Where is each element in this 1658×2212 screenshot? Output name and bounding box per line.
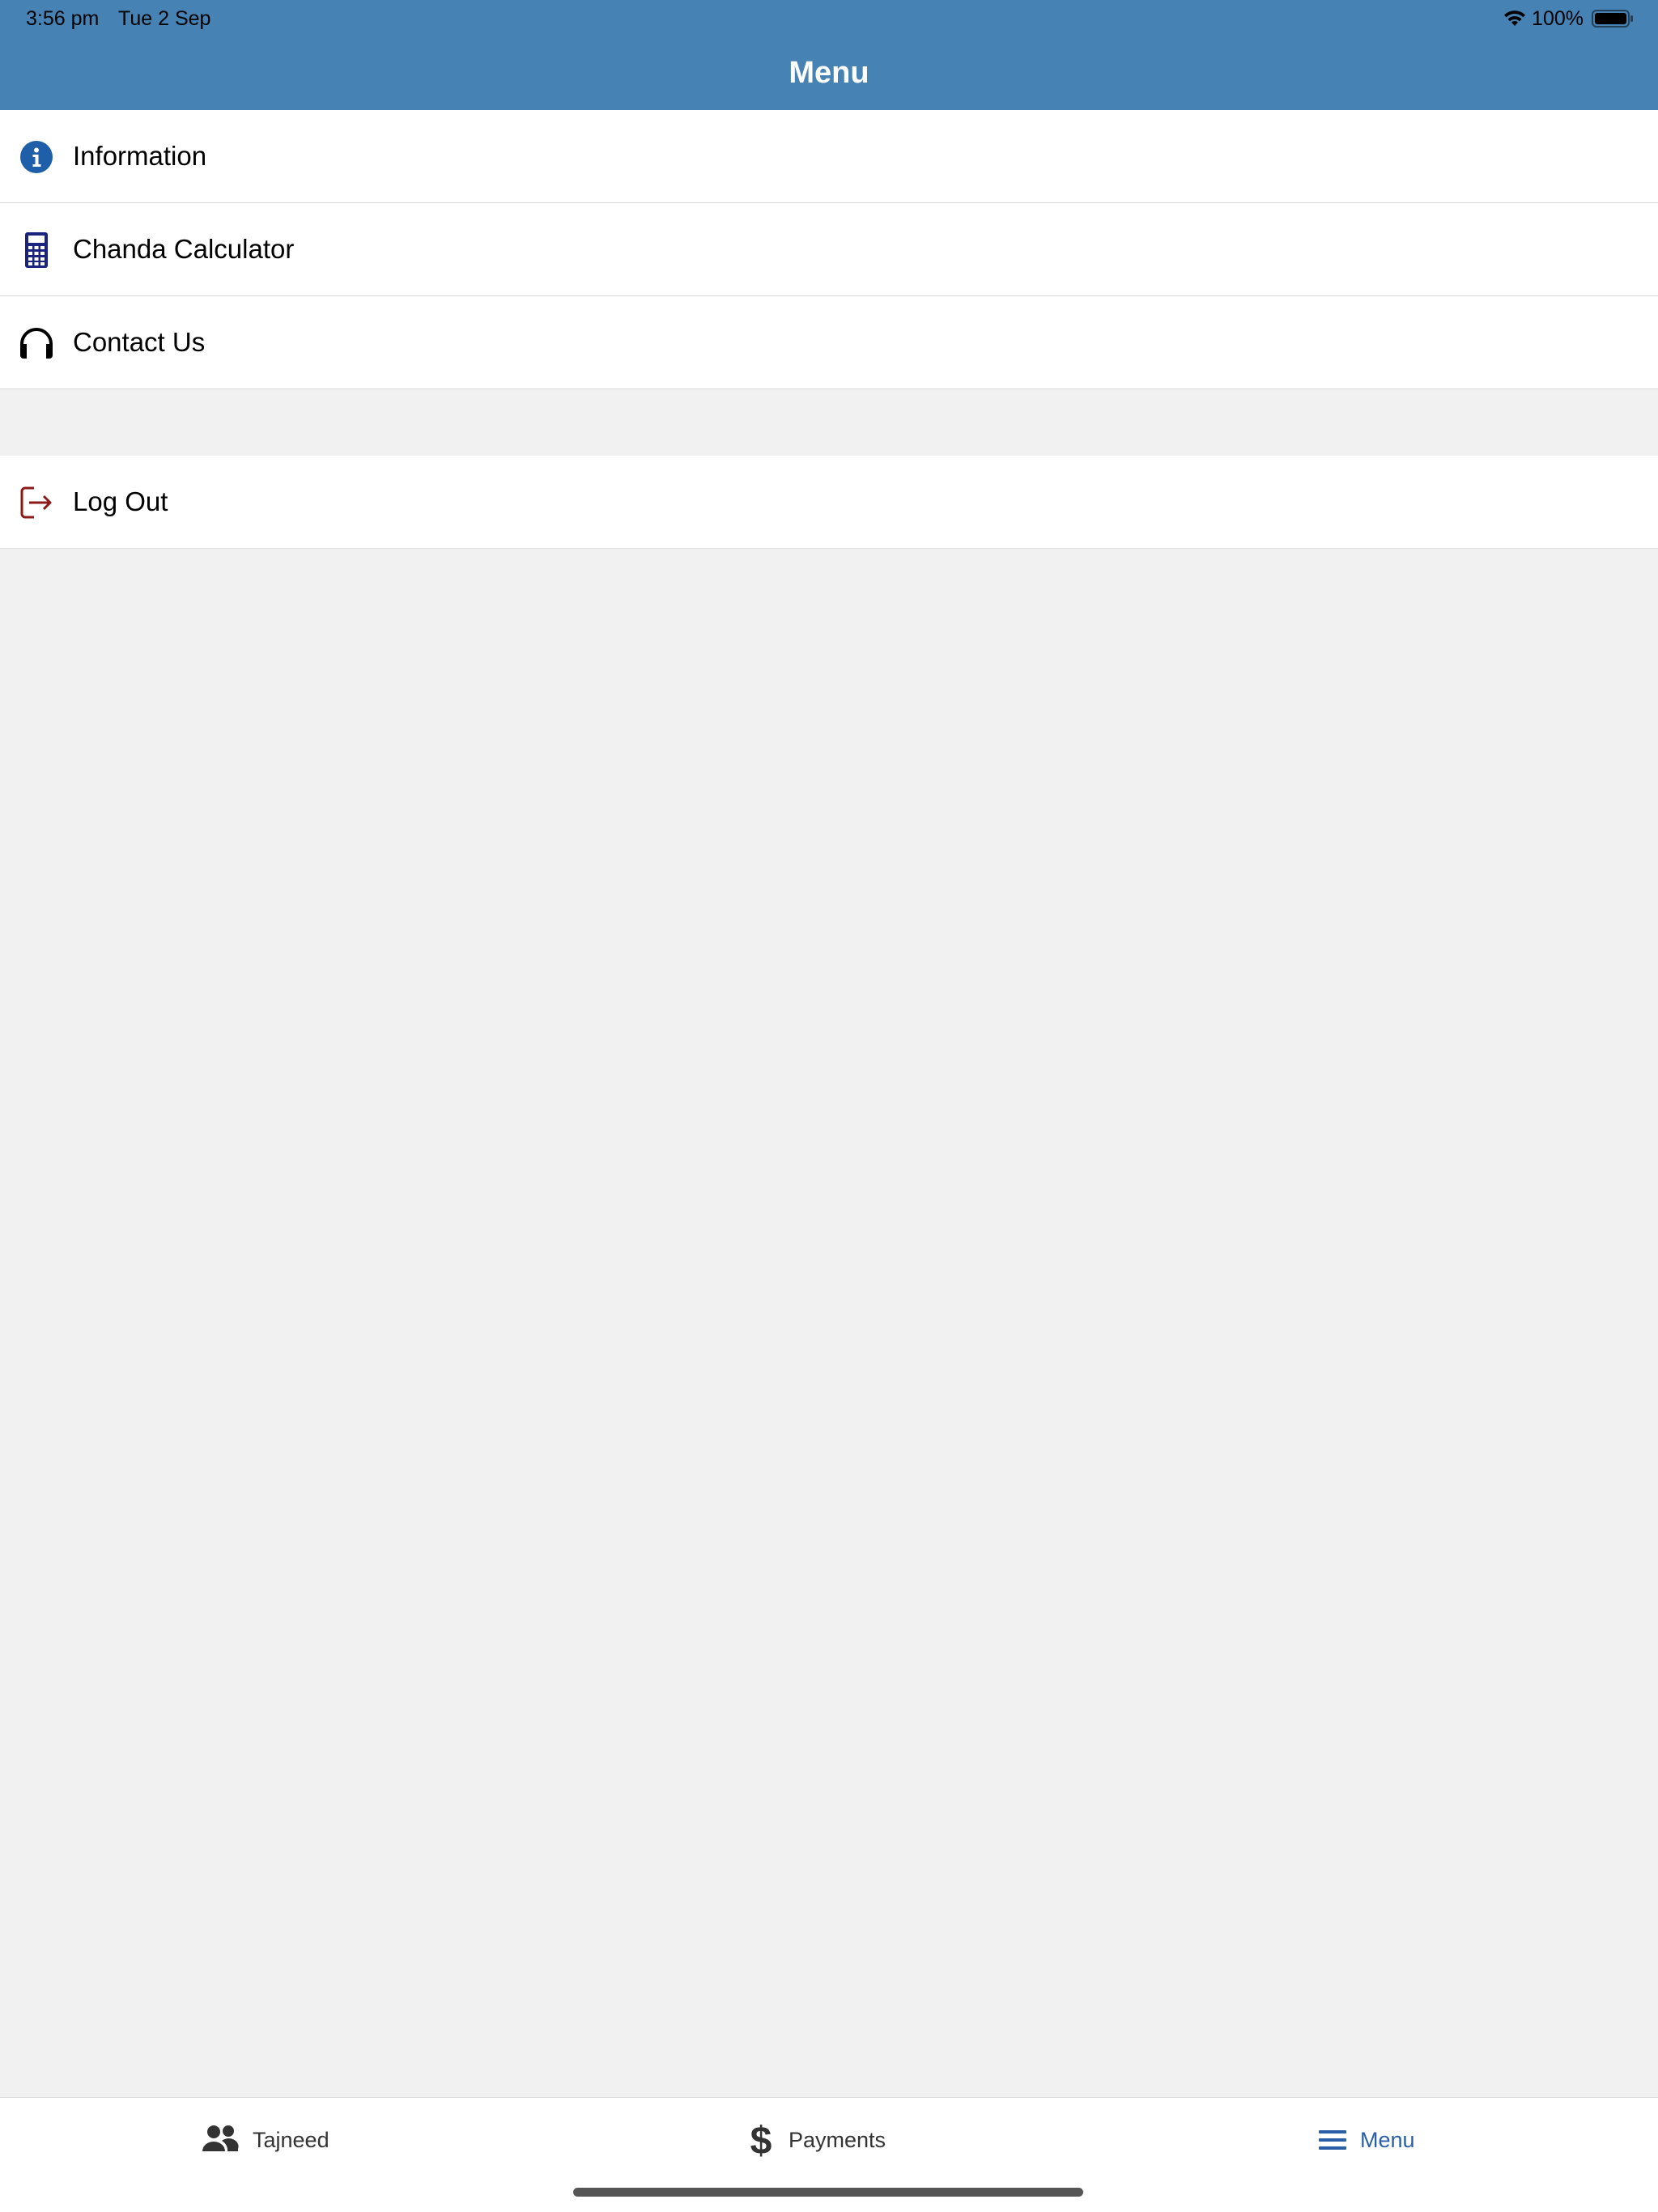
tab-menu[interactable]: Menu: [1318, 2119, 1415, 2161]
status-indicators: 100%: [1503, 6, 1634, 31]
menu-item-chanda-calculator[interactable]: Chanda Calculator: [0, 203, 1658, 296]
logout-section: Log Out: [0, 456, 1658, 549]
battery-icon: [1592, 10, 1633, 28]
menu-item-contact-us[interactable]: Contact Us: [0, 296, 1658, 389]
tab-label: Tajneed: [253, 2128, 329, 2152]
status-time: 3:56 pm: [26, 7, 100, 30]
menu-list: Information Chanda Calculator Contact Us: [0, 110, 1658, 389]
menu-item-label: Information: [73, 141, 207, 171]
tab-label: Menu: [1360, 2128, 1415, 2152]
calculator-icon: [25, 232, 48, 268]
tab-label: Payments: [789, 2128, 886, 2152]
dollar-icon: $: [750, 2120, 772, 2160]
svg-text:$: $: [750, 2120, 772, 2160]
logout-icon: [20, 486, 52, 519]
wifi-icon: [1504, 11, 1526, 26]
tab-payments[interactable]: $ Payments: [746, 2119, 886, 2161]
app-header: 3:56 pm Tue 2 Sep 100% Menu: [0, 0, 1658, 110]
battery-percent: 100%: [1532, 7, 1584, 30]
hamburger-icon: [1319, 2130, 1346, 2150]
menu-item-label: Chanda Calculator: [73, 234, 295, 264]
menu-item-label: Contact Us: [73, 327, 206, 357]
menu-item-log-out[interactable]: Log Out: [0, 456, 1658, 548]
info-icon: [20, 141, 53, 173]
tab-tajneed[interactable]: Tajneed: [201, 2119, 329, 2161]
status-date: Tue 2 Sep: [118, 7, 211, 30]
menu-item-label: Log Out: [73, 486, 168, 516]
users-icon: [202, 2125, 239, 2151]
page-title: Menu: [789, 56, 869, 90]
menu-item-information[interactable]: Information: [0, 110, 1658, 203]
headphones-icon: [20, 328, 53, 359]
home-indicator[interactable]: [573, 2188, 1083, 2197]
